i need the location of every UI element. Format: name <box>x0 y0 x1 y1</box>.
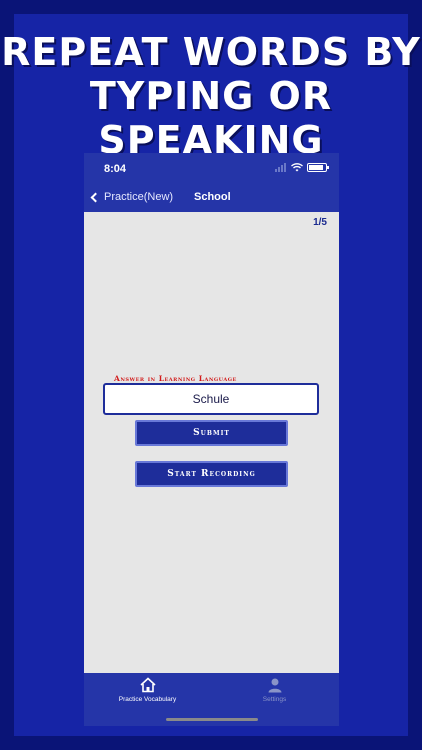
start-recording-button[interactable]: Start Recording <box>135 461 288 487</box>
battery-icon <box>307 163 329 172</box>
answer-label: Answer in Learning Language <box>114 374 237 383</box>
headline-line-2: typing or <box>89 74 333 118</box>
phone-screen: 8:04 Practice(New) School 1/5 Answer in … <box>84 153 339 726</box>
wifi-icon <box>291 163 303 172</box>
promo-headline: Repeat words by typing or speaking <box>0 30 422 162</box>
person-icon <box>268 678 281 693</box>
headline-line-1: Repeat words by <box>1 30 421 74</box>
tab-settings-label: Settings <box>262 696 287 703</box>
tab-practice-vocabulary[interactable]: Practice Vocabulary <box>84 677 211 703</box>
navigation-bar: Practice(New) School <box>84 183 339 212</box>
back-button[interactable]: Practice(New) <box>90 191 174 203</box>
tab-practice-vocabulary-label: Practice Vocabulary <box>118 696 177 703</box>
status-bar: 8:04 <box>84 153 339 183</box>
home-indicator[interactable] <box>166 718 258 721</box>
status-time: 8:04 <box>104 163 127 175</box>
home-icon <box>139 677 156 693</box>
status-icons <box>275 163 329 172</box>
page-title: School <box>194 191 231 203</box>
progress-counter: 1/5 <box>313 217 327 228</box>
back-button-label: Practice(New) <box>104 191 174 203</box>
chevron-left-icon <box>90 192 101 202</box>
answer-input[interactable] <box>103 383 319 415</box>
submit-button[interactable]: Submit <box>135 420 288 446</box>
tab-settings[interactable]: Settings <box>211 677 338 703</box>
signal-icon <box>275 163 287 172</box>
